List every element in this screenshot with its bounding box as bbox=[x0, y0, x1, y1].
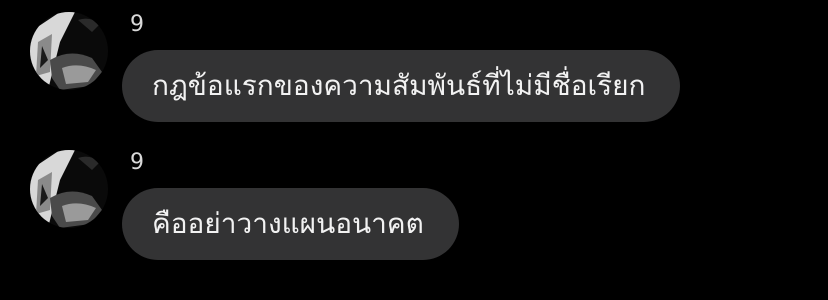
sender-name: 9 bbox=[130, 150, 144, 175]
user-avatar-icon[interactable] bbox=[30, 12, 108, 90]
message-bubble[interactable]: คืออย่าวางแผนอนาคต bbox=[122, 188, 459, 260]
avatar-photo bbox=[30, 12, 108, 90]
avatar-photo bbox=[30, 150, 108, 228]
user-avatar-icon[interactable] bbox=[30, 150, 108, 228]
message-bubble[interactable]: กฎข้อแรกของความสัมพันธ์ที่ไม่มีชื่อเรียก bbox=[122, 50, 680, 122]
sender-name: 9 bbox=[130, 12, 144, 37]
